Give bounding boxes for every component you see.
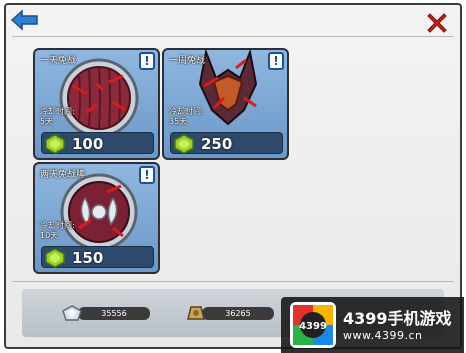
- info-button[interactable]: !: [139, 166, 155, 184]
- green-gem-icon: [174, 134, 194, 154]
- card-title: 两天免战牌: [40, 170, 86, 180]
- silver-ore-icon: [62, 305, 82, 321]
- card-title: 一周免战: [169, 56, 206, 66]
- shield-card-1day[interactable]: 一天免战 ! 冷却时间: 5天 100: [33, 48, 160, 160]
- 4399-logo-icon: 4399: [290, 302, 336, 348]
- watermark-url: www.4399.cn: [343, 329, 423, 342]
- logo-text: 4399: [299, 321, 327, 332]
- shield-card-2day[interactable]: 两天免战牌 ! 冷却时间: 10天 150: [33, 162, 160, 274]
- buy-button[interactable]: 150: [41, 246, 154, 268]
- ornate-shield-icon: [60, 173, 138, 251]
- close-icon: [427, 13, 447, 33]
- info-button[interactable]: !: [139, 52, 155, 70]
- price-value: 250: [201, 135, 233, 153]
- back-button[interactable]: [10, 9, 40, 31]
- price-value: 100: [72, 135, 104, 153]
- watermark-name: 4399手机游戏: [343, 309, 452, 328]
- green-gem-icon: [45, 248, 65, 268]
- cooldown-value: 5天: [40, 117, 54, 126]
- food-sack-icon: [187, 306, 205, 320]
- header-divider: [12, 36, 454, 37]
- footer-divider: [12, 281, 454, 282]
- close-button[interactable]: [426, 12, 448, 34]
- back-arrow-icon: [10, 9, 38, 31]
- price-value: 150: [72, 249, 104, 267]
- green-gem-icon: [45, 134, 65, 154]
- shield-card-1week[interactable]: 一周免战 ! 冷却时间: 35天 250: [162, 48, 289, 160]
- cooldown-value: 10天: [40, 231, 59, 240]
- food-resource: 36265: [184, 303, 276, 325]
- cooldown-value: 35天: [169, 117, 188, 126]
- buy-button[interactable]: 250: [170, 132, 283, 154]
- buy-button[interactable]: 100: [41, 132, 154, 154]
- site-watermark: 4399 4399手机游戏 www.4399.cn: [281, 297, 464, 353]
- resource-value: 36265: [225, 309, 251, 318]
- info-button[interactable]: !: [268, 52, 284, 70]
- card-title: 一天免战: [40, 56, 77, 66]
- silver-resource: 35556: [60, 303, 152, 325]
- wooden-shield-icon: [59, 58, 139, 138]
- resource-value: 35556: [101, 309, 127, 318]
